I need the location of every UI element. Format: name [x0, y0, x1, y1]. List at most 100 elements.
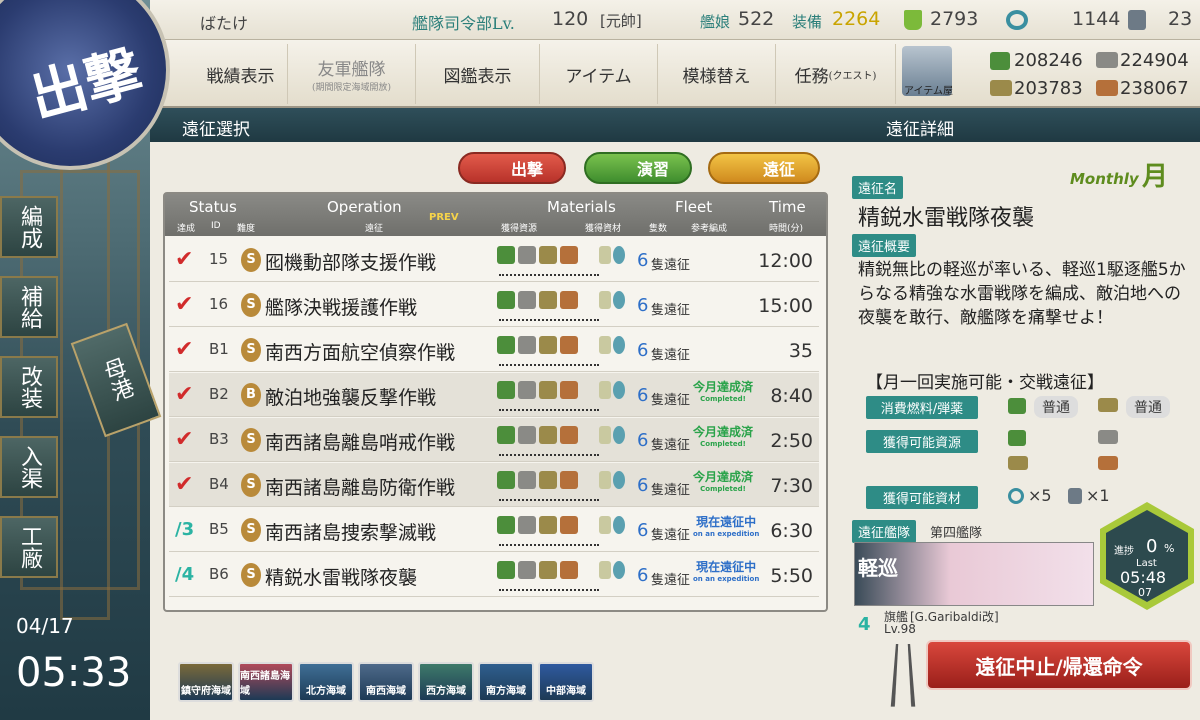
expedition-detail-panel: 遠征名 Monthly 月 精鋭水雷戦隊夜襲 遠征概要 精鋭無比の軽巡が率いる、… [846, 148, 1196, 720]
item-icon [599, 336, 611, 354]
row-status: 今月達成済 Completed! [693, 426, 753, 450]
player-name: ばたけ [200, 14, 249, 33]
material-icon [539, 516, 557, 534]
row-id: B4 [209, 475, 229, 493]
region-tab[interactable]: 南西諸島海域 [238, 662, 294, 702]
material-icon [560, 561, 578, 579]
steel-count: 203783 [1014, 78, 1083, 99]
bucket-count: 2793 [930, 8, 979, 30]
sidebar-arsenal[interactable]: 工廠 [0, 516, 58, 578]
sidebar-repair-label: 入渠 [17, 445, 42, 489]
material-icon [560, 381, 578, 399]
row-time: 5:50 [770, 565, 813, 587]
row-name: 敵泊地強襲反撃作戦 [265, 387, 437, 409]
detail-note: 【月一回実施可能・交戦遠征】 [866, 373, 1104, 393]
row-difficulty: S [241, 428, 261, 452]
material-icon [518, 471, 536, 489]
material-icon [518, 381, 536, 399]
row-materials [497, 291, 587, 313]
region-tab[interactable]: 鎮守府海域 [178, 662, 234, 702]
sortie-mode-button[interactable]: 出撃 [458, 152, 566, 184]
expedition-row[interactable]: ✔ B3 S 南西諸島離島哨戒作戦 6 隻遠征 今月達成済 Completed! 2:50 [169, 418, 819, 462]
expedition-row[interactable]: /3 B5 S 南西諸島捜索撃滅戦 6 隻遠征 現在遠征中 on an expedition 6… [169, 508, 819, 552]
sortie-mode-label: 出撃 [510, 160, 543, 179]
row-status-text: 今月達成済 [693, 470, 754, 484]
row-status: 現在遠征中 on an expedition [693, 561, 759, 585]
expedition-mode-button[interactable]: 遠征 [708, 152, 820, 184]
region-tab[interactable]: 北方海域 [298, 662, 354, 702]
expedition-row[interactable]: /4 B6 S 精鋭水雷戦隊夜襲 6 隻遠征 現在遠征中 on an expedition 5:… [169, 553, 819, 597]
material-icon [518, 426, 536, 444]
expedition-row[interactable]: ✔ 15 S 囮機動部隊支援作戦 6 隻遠征 12:00 [169, 238, 819, 282]
menu-quests[interactable]: 任務 (クエスト) [776, 44, 896, 104]
sidebar-organize-label: 編成 [17, 205, 42, 249]
row-difficulty: S [241, 293, 261, 317]
expedition-row[interactable]: ✔ 16 S 艦隊決戦援護作戦 6 隻遠征 15:00 [169, 283, 819, 327]
menu-friend-fleet[interactable]: 友軍艦隊 (期間限定海域開放) [288, 44, 416, 104]
material-icon [497, 471, 515, 489]
menu-records[interactable]: 戦績表示 [194, 44, 288, 104]
material-icon [560, 291, 578, 309]
expedition-list-header: Status 達成 ID 難度 Operation 遠征 PREV Materi… [165, 194, 826, 236]
row-status-sub: Completed! [700, 440, 746, 448]
item-icon [613, 516, 625, 534]
row-name: 精鋭水雷戦隊夜襲 [265, 567, 418, 589]
completed-check-icon: ✔ [175, 247, 194, 272]
row-ship-silhouettes [499, 450, 599, 456]
row-status-sub: Completed! [700, 395, 746, 403]
item-icon [613, 291, 625, 309]
row-time: 6:30 [770, 520, 813, 542]
recall-button[interactable]: 遠征中止/帰還命令 [926, 640, 1192, 690]
hq-level: 120 [552, 8, 589, 30]
bucket-icon [904, 10, 922, 30]
row-materials [497, 336, 587, 358]
sidebar-supply[interactable]: 補給 [0, 276, 58, 338]
material-icon [539, 291, 557, 309]
menu-items[interactable]: アイテム [540, 44, 658, 104]
item-icon [613, 246, 625, 264]
progress-unit: % [1164, 542, 1175, 555]
region-tab[interactable]: 中部海域 [538, 662, 594, 702]
ships-label: 艦娘 [700, 13, 731, 31]
row-items [599, 516, 627, 540]
material-icon [539, 561, 557, 579]
region-tab[interactable]: 西方海域 [418, 662, 474, 702]
row-difficulty: B [241, 383, 261, 407]
region-tab[interactable]: 南西海域 [358, 662, 414, 702]
row-fleet-label: 隻遠征 [651, 573, 691, 588]
sidebar-remodel[interactable]: 改装 [0, 356, 58, 418]
row-time: 2:50 [770, 430, 813, 452]
dev-material-icon [1008, 488, 1024, 504]
row-id: B6 [209, 565, 229, 583]
menu-encyclopedia[interactable]: 図鑑表示 [416, 44, 540, 104]
rank: [元帥] [600, 12, 642, 30]
row-name: 南西諸島捜索撃滅戦 [265, 522, 437, 544]
row-time: 35 [788, 340, 813, 362]
row-items [599, 246, 627, 270]
menu-furniture[interactable]: 模様替え [658, 44, 776, 104]
sidebar-repair[interactable]: 入渠 [0, 436, 58, 498]
row-items [599, 336, 627, 360]
material-icon [497, 381, 515, 399]
region-tab[interactable]: 南方海域 [478, 662, 534, 702]
expedition-mode-label: 遠征 [762, 160, 795, 179]
consume-fuel: 普通 [1034, 396, 1078, 418]
expedition-row[interactable]: ✔ B2 B 敵泊地強襲反撃作戦 6 隻遠征 今月達成済 Completed! 8:40 [169, 373, 819, 417]
row-id: B1 [209, 340, 229, 358]
fuel-icon [1008, 430, 1026, 446]
material-icon [539, 336, 557, 354]
sidebar-organize[interactable]: 編成 [0, 196, 58, 258]
consume-ammo: 普通 [1126, 396, 1170, 418]
exercise-mode-button[interactable]: 演習 [584, 152, 692, 184]
row-name: 南西諸島離島防衛作戦 [265, 477, 456, 499]
row-ship-silhouettes [499, 540, 599, 546]
header-status: Status [189, 198, 237, 216]
expedition-row[interactable]: ✔ B1 S 南西方面航空偵察作戦 6 隻遠征 35 [169, 328, 819, 372]
row-difficulty: S [241, 473, 261, 497]
item-icon [599, 426, 611, 444]
material-icon [539, 246, 557, 264]
item-icon [599, 561, 611, 579]
expedition-row[interactable]: ✔ B4 S 南西諸島離島防衛作戦 6 隻遠征 今月達成済 Completed! 7:30 [169, 463, 819, 507]
header-operation-sub: 遠征 [365, 224, 384, 234]
prev-button[interactable]: PREV [429, 212, 459, 223]
